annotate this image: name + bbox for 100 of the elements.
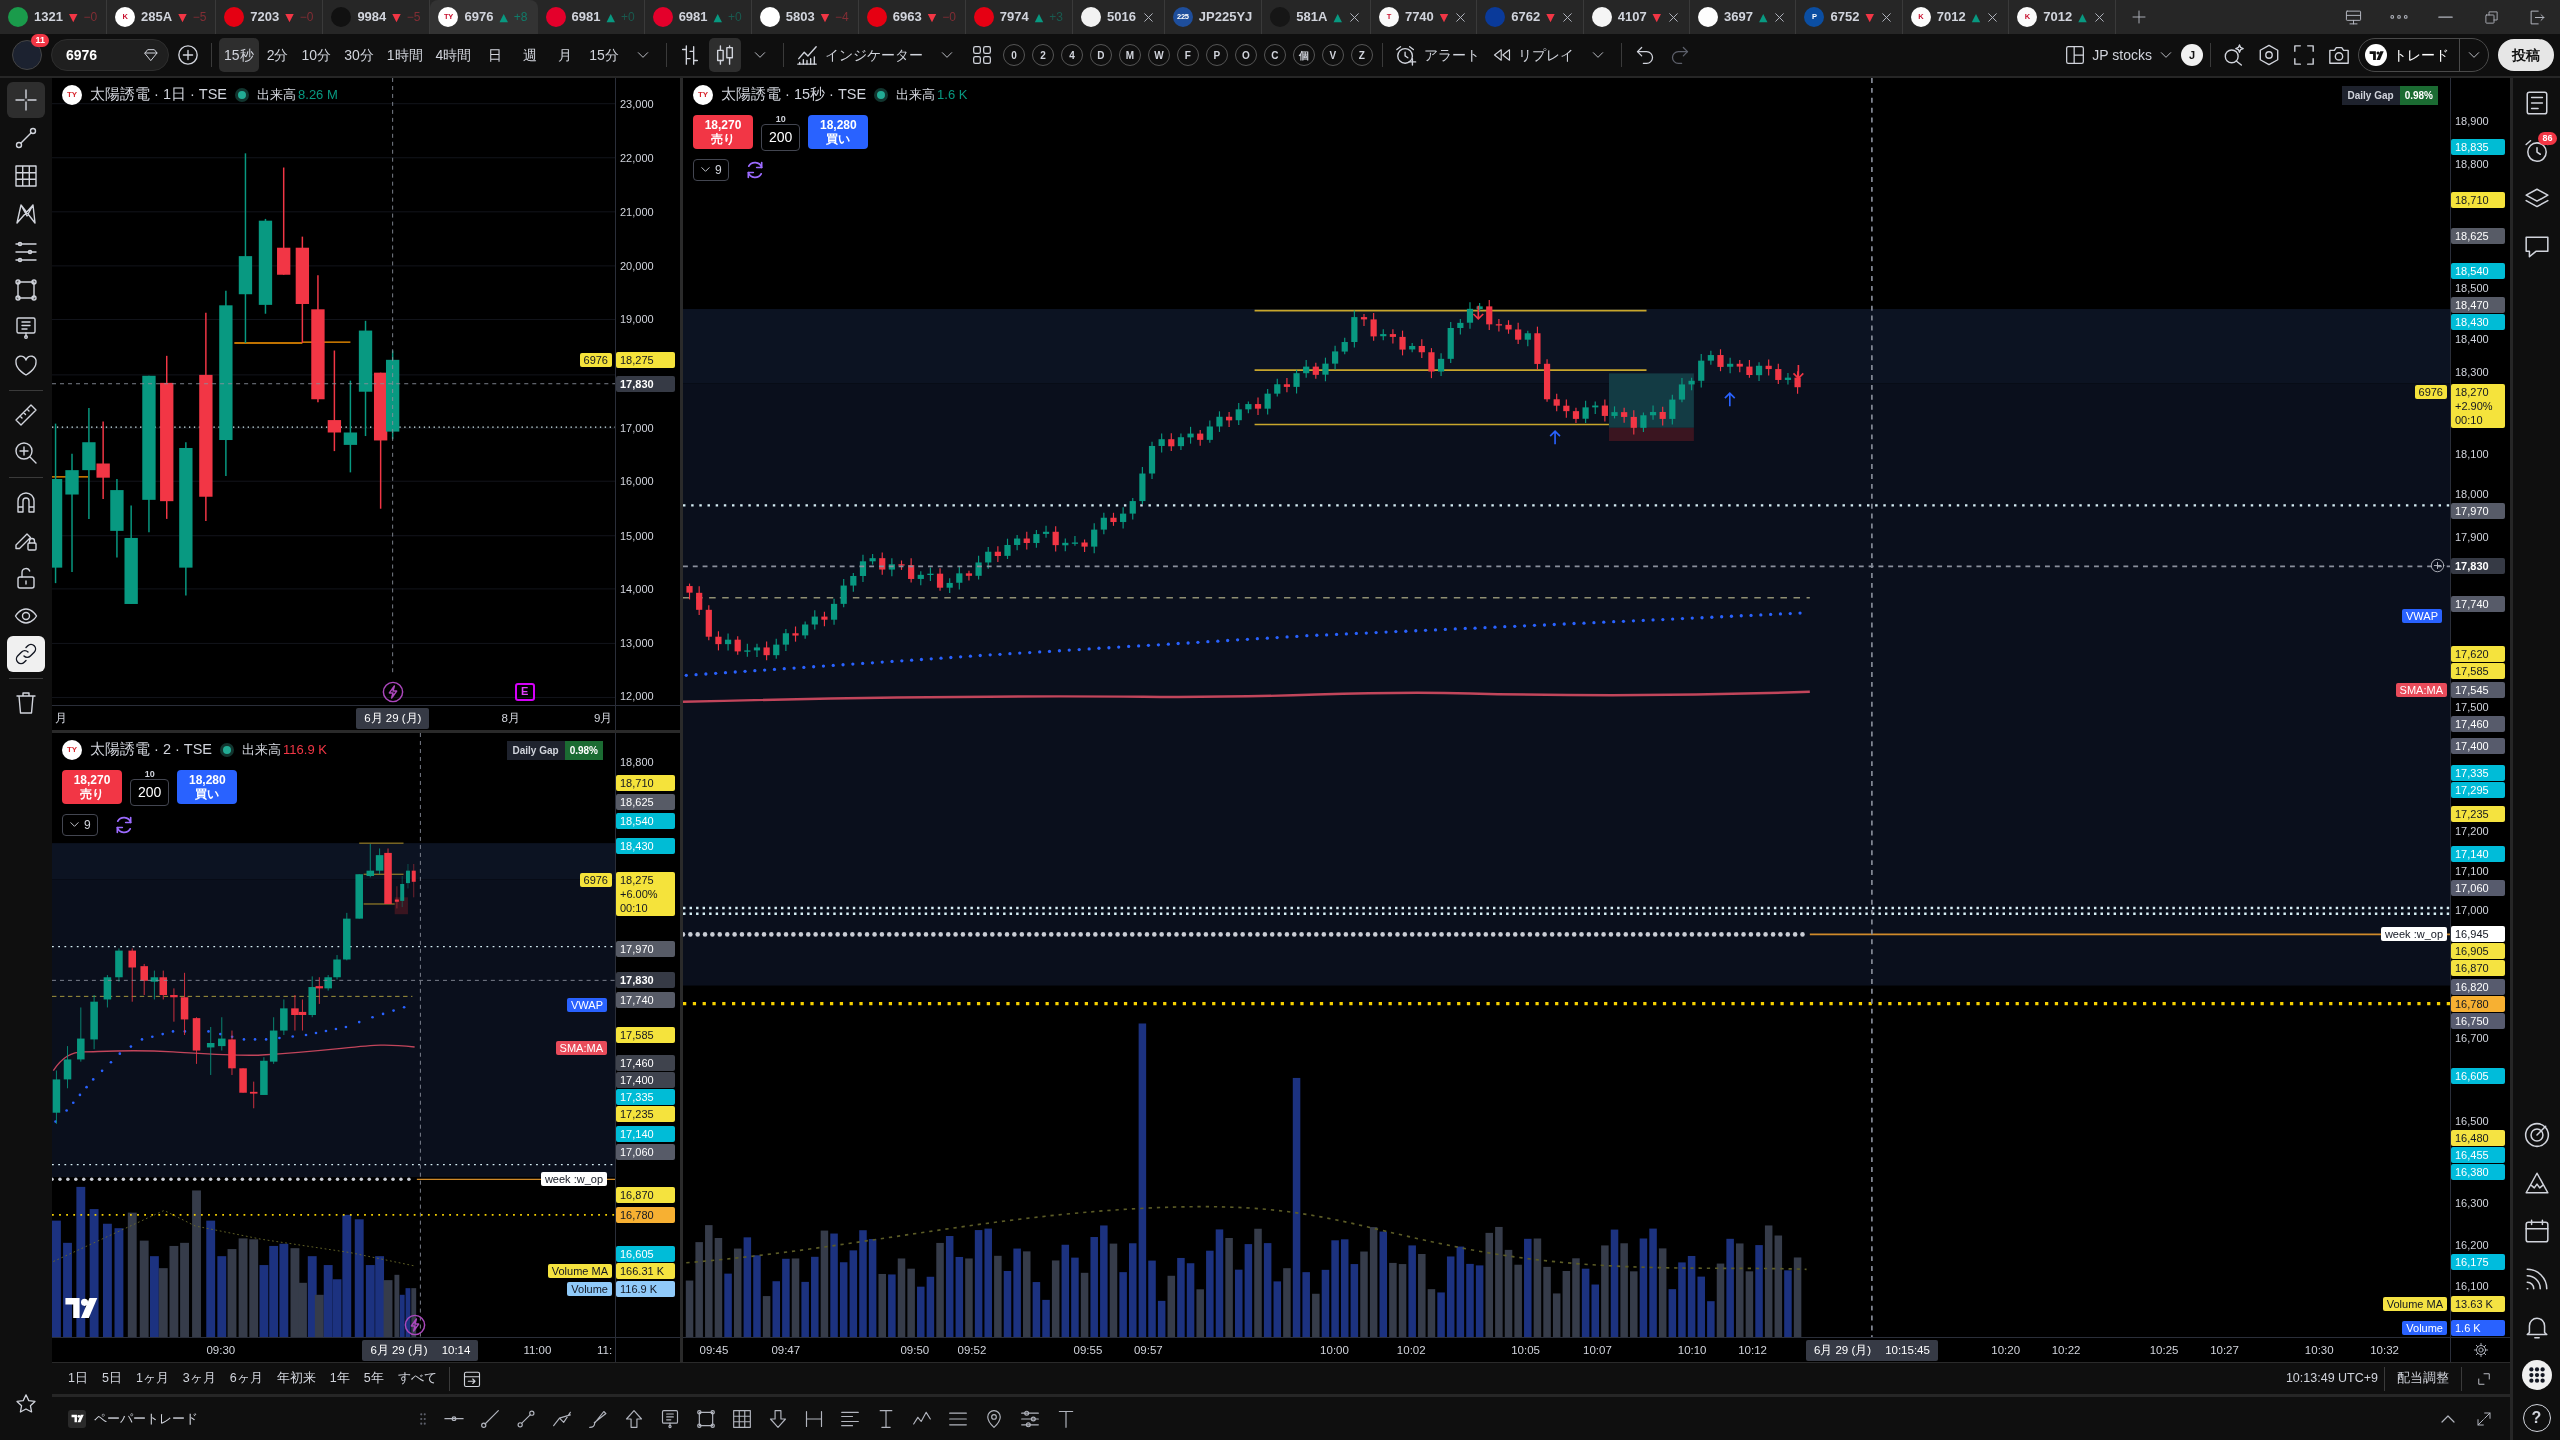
close-tab-button[interactable] <box>1667 10 1681 24</box>
logo-icon <box>68 1409 86 1428</box>
adjust-button[interactable]: 配当調整 <box>2391 1367 2455 1390</box>
price-tick: 17,200 <box>2454 823 2490 839</box>
chart-line-icon <box>795 44 818 66</box>
trend-line-icon <box>14 126 38 150</box>
price-tick: 17,000 <box>2454 902 2490 918</box>
range-button[interactable]: すべて <box>391 1367 443 1390</box>
interval-button[interactable]: 4時間 <box>430 38 477 72</box>
price-tick: 18,800 <box>619 754 655 770</box>
close-tab-button[interactable] <box>1141 10 1155 24</box>
rectangle-icon <box>14 278 38 302</box>
close-tab-button[interactable] <box>1879 10 1893 24</box>
close-tab-button[interactable] <box>1986 10 2000 24</box>
link-icon <box>14 642 38 666</box>
publish-button[interactable]: 投稿 <box>2498 39 2554 71</box>
settings-icon[interactable] <box>2472 1342 2489 1358</box>
price-label: 17,295 <box>2451 781 2505 798</box>
range-button[interactable]: 5年 <box>357 1367 390 1390</box>
price-label: 16,780 <box>616 1207 675 1224</box>
range-button[interactable]: 3ヶ月 <box>176 1367 222 1390</box>
trend-line-icon <box>516 1408 536 1429</box>
lines-icon <box>14 240 38 264</box>
close-tab-button[interactable] <box>1773 10 1787 24</box>
range-button[interactable]: 1年 <box>323 1367 356 1390</box>
symbol-search-field[interactable]: 6976 <box>51 39 169 71</box>
arrow-up-icon <box>624 1408 644 1429</box>
close-icon <box>1454 10 1468 24</box>
pattern-icon <box>14 202 38 226</box>
range-button[interactable]: 年初来 <box>270 1367 322 1390</box>
range-button[interactable]: 6ヶ月 <box>223 1367 269 1390</box>
panel-tab[interactable]: ペーパートレード <box>60 1404 206 1433</box>
close-icon <box>2092 10 2106 24</box>
price-label: 17,460 <box>2451 716 2505 733</box>
chat-icon <box>2523 234 2550 260</box>
layout-button[interactable]: JP stocks <box>2060 38 2178 72</box>
close-tab-button[interactable] <box>1347 10 1361 24</box>
price-change: −4 <box>835 9 849 26</box>
range-button[interactable]: 1ヶ月 <box>129 1367 175 1390</box>
price-label: 18,540 <box>616 813 675 830</box>
price-line: 18,270 <box>2455 385 2490 400</box>
time-tick: 10:00 <box>1320 1343 1349 1358</box>
alert-button[interactable]: アラート <box>1389 38 1485 72</box>
grid-icon <box>732 1408 752 1429</box>
link-button[interactable] <box>7 636 45 672</box>
price-tick: 23,000 <box>619 96 655 112</box>
close-tab-button[interactable] <box>1454 10 1468 24</box>
price-label: 16,455 <box>2451 1146 2505 1163</box>
price-tick: 18,100 <box>2454 447 2490 463</box>
interval-button[interactable]: 週 <box>514 38 547 72</box>
price-tick: 18,400 <box>2454 332 2490 348</box>
candles-style-button[interactable] <box>708 38 741 72</box>
close-tab-button[interactable] <box>2092 10 2106 24</box>
time-tick: 10:32 <box>2370 1343 2399 1358</box>
target-icon <box>2523 1122 2550 1148</box>
price-label: 16,780 <box>2451 996 2505 1013</box>
price-label: 18,625 <box>616 794 675 811</box>
four-squares-icon <box>971 45 992 65</box>
interval-button[interactable]: 15分 <box>584 38 624 72</box>
crosshair-button[interactable] <box>7 82 45 118</box>
maximize-icon <box>2476 1410 2492 1427</box>
price-tick: 12,000 <box>619 689 655 704</box>
indicators-button[interactable]: インジケーター <box>790 38 928 72</box>
measure-icon <box>804 1408 824 1429</box>
price-tick: 16,300 <box>2454 1196 2490 1212</box>
interval-button[interactable]: 月 <box>549 38 582 72</box>
ray-icon <box>480 1408 500 1429</box>
interval-button[interactable]: 10分 <box>296 38 337 72</box>
price-label: 13.63 K <box>2451 1296 2505 1312</box>
trend-arrow: ▼ <box>285 11 294 23</box>
price-change: −5 <box>406 9 421 26</box>
zoom-in-icon <box>14 441 38 465</box>
price-label: 17,585 <box>616 1027 675 1044</box>
user-avatar[interactable]: J <box>2181 44 2203 66</box>
alerts-button[interactable]: 86 <box>2516 132 2557 170</box>
range-button[interactable]: 1日 <box>62 1367 94 1390</box>
note-icon <box>14 316 38 340</box>
close-tab-button[interactable] <box>1560 10 1574 24</box>
price-tick: 19,000 <box>619 312 655 328</box>
price-line: 18,275 <box>620 872 655 887</box>
replay-button[interactable]: リプレイ <box>1487 38 1579 72</box>
price-label: 17,400 <box>616 1071 675 1088</box>
interval-button[interactable]: 15秒 <box>219 38 259 72</box>
price-label: 18,275 <box>616 351 675 368</box>
crosshair-price-label: 17,830 <box>616 971 675 988</box>
clock-text: 10:13:49 UTC+9 <box>2285 1370 2378 1388</box>
range-button[interactable]: 5日 <box>95 1367 128 1390</box>
interval-button[interactable]: 1時間 <box>381 38 428 72</box>
redo-icon <box>1669 45 1690 65</box>
price-label: 166.31 K <box>616 1262 675 1279</box>
interval-button[interactable]: 30分 <box>339 38 379 72</box>
price-label: 18,540 <box>2451 263 2505 280</box>
time-tick: 10:10 <box>1677 1343 1707 1358</box>
close-icon <box>1141 10 1155 24</box>
interval-button[interactable]: 日 <box>479 38 512 72</box>
star-icon <box>15 1393 37 1415</box>
price-label: 1.6 K <box>2451 1320 2505 1336</box>
interval-button[interactable]: 2分 <box>261 38 294 72</box>
sliders-icon <box>1020 1408 1040 1429</box>
trend-arrow: ▼ <box>820 11 830 23</box>
